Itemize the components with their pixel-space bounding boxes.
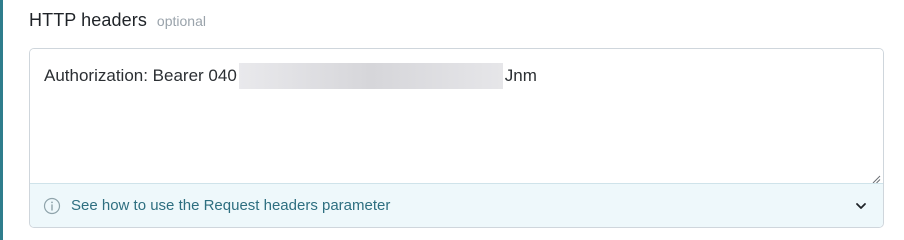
help-expander[interactable]: See how to use the Request headers param… — [30, 183, 883, 227]
chevron-down-icon[interactable] — [855, 200, 867, 212]
left-accent-bar — [0, 0, 3, 240]
field-header: HTTP headers optional — [29, 10, 206, 31]
info-circle-icon — [43, 197, 61, 215]
help-link-text[interactable]: See how to use the Request headers param… — [71, 197, 390, 214]
http-headers-field: Authorization: Bearer 040 Jnm See how to … — [29, 48, 884, 228]
field-title: HTTP headers — [29, 10, 147, 30]
redacted-token — [238, 63, 503, 89]
optional-label: optional — [156, 13, 206, 29]
textarea-value-prefix: Authorization: Bearer 040 — [44, 66, 237, 85]
http-headers-textarea[interactable]: Authorization: Bearer 040 Jnm — [30, 49, 883, 184]
textarea-value-suffix: Jnm — [504, 66, 537, 85]
textarea-value: Authorization: Bearer 040 Jnm — [44, 63, 537, 89]
http-headers-panel: HTTP headers optional Authorization: Bea… — [0, 0, 904, 240]
resize-grip-icon[interactable] — [871, 171, 881, 184]
